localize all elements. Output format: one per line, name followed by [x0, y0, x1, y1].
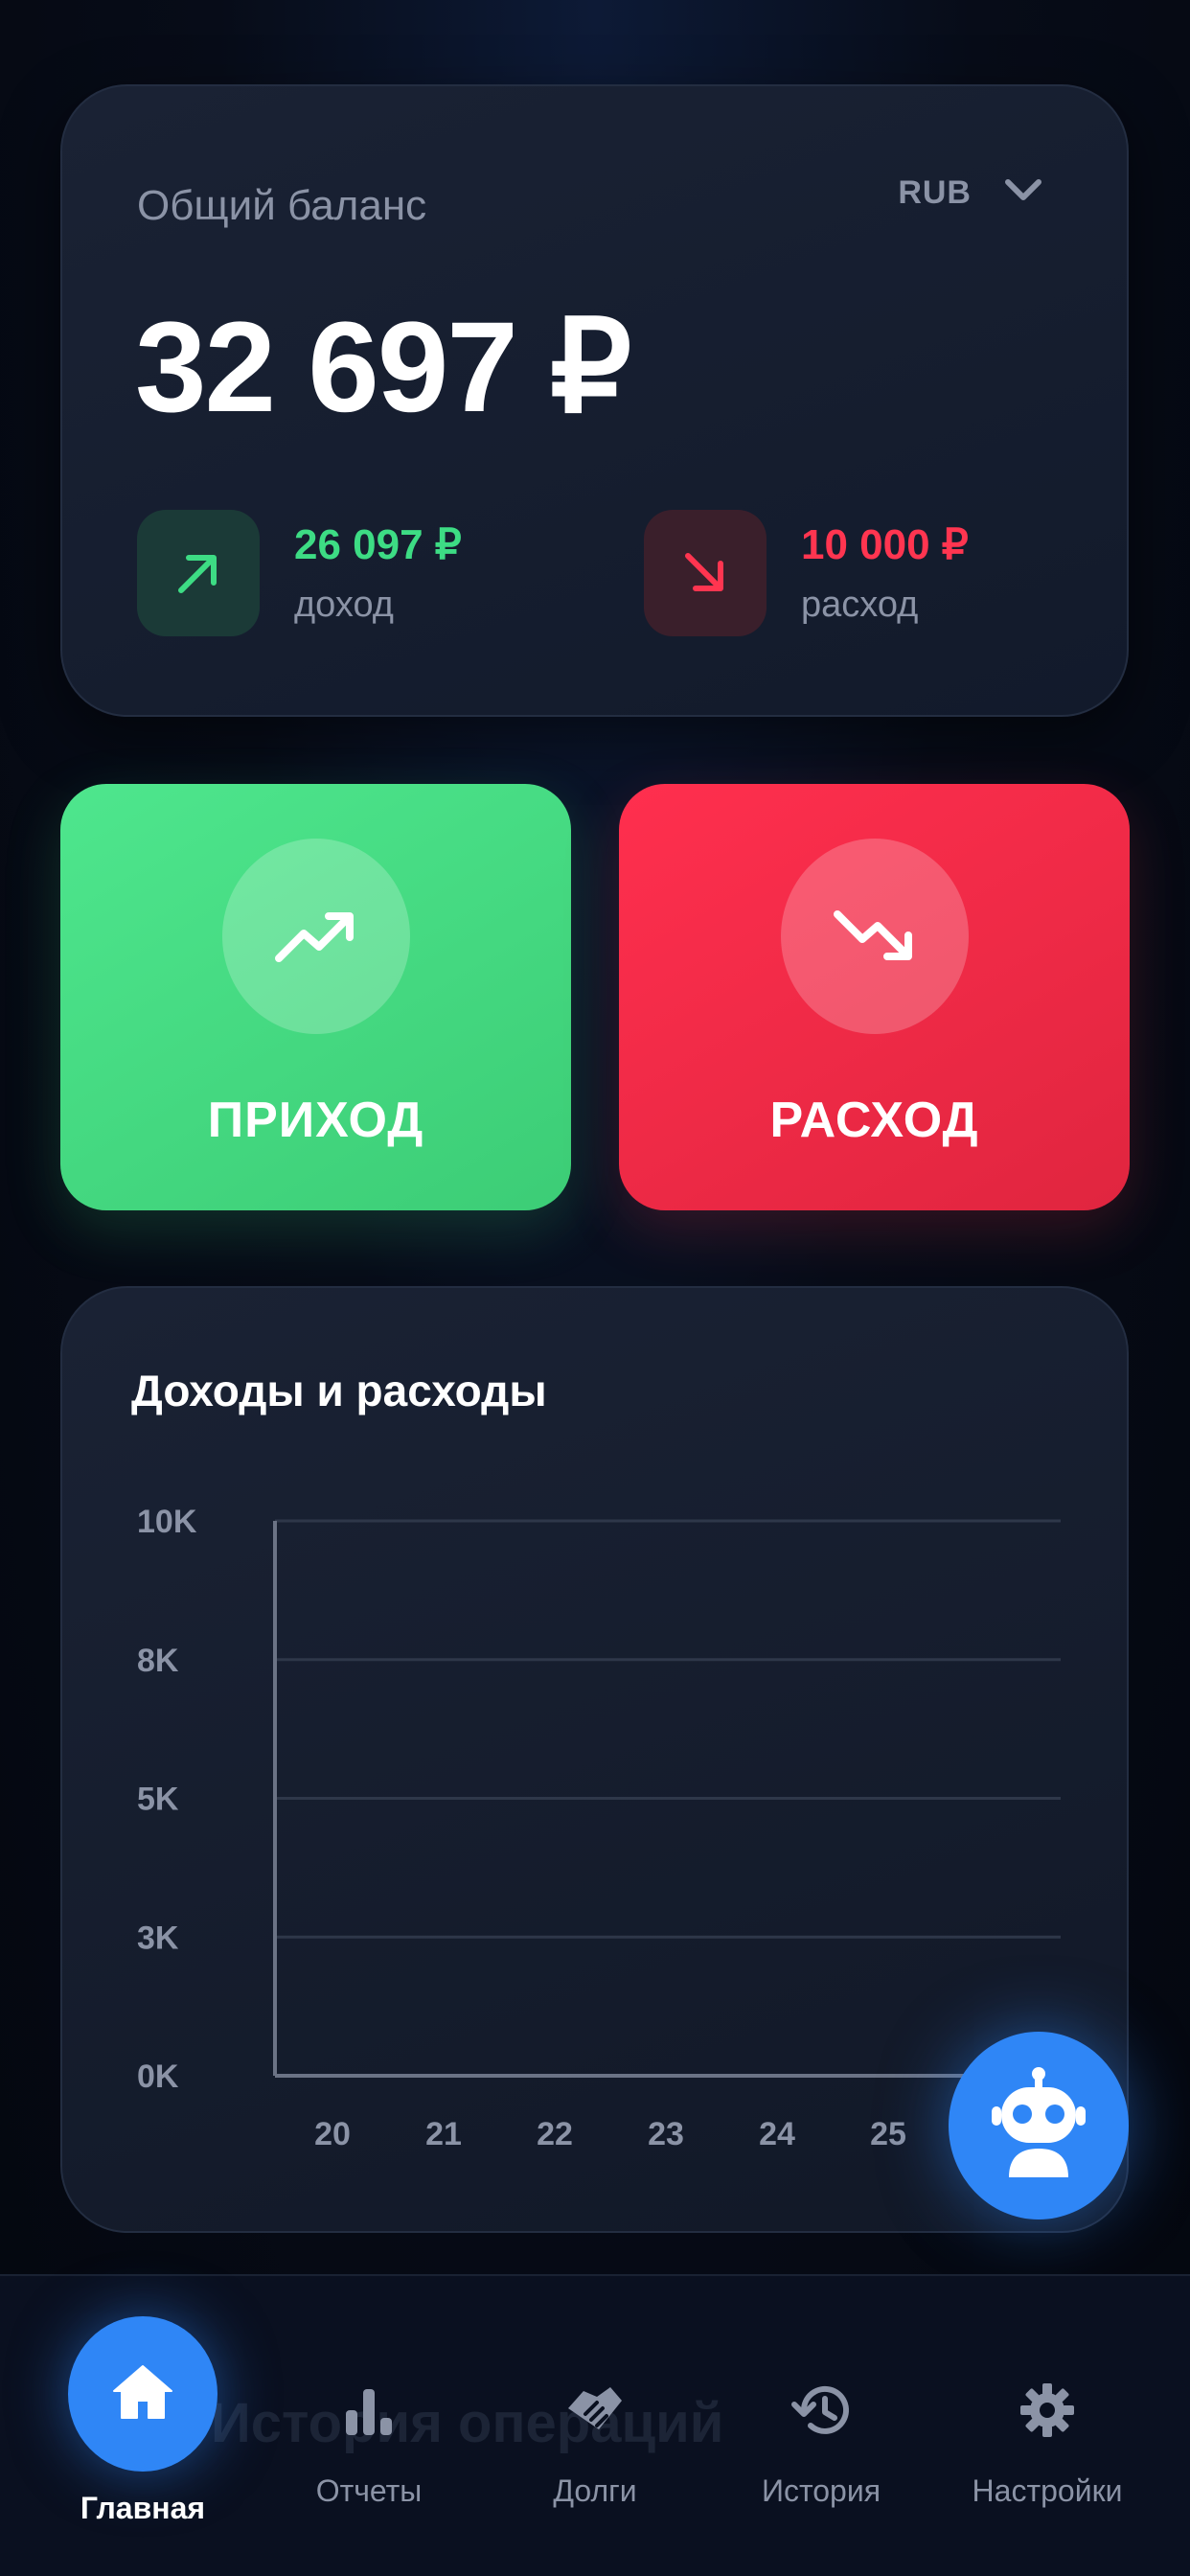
x-tick-label: 23 — [648, 2116, 684, 2152]
add-income-label: ПРИХОД — [207, 1092, 424, 1148]
gear-icon — [1009, 2372, 1086, 2449]
expense-total: 10 000 ₽ — [801, 521, 969, 568]
y-tick-label: 3K — [137, 1920, 179, 1956]
bottom-nav: История операций Главная Отчеты Долги Ис… — [0, 2274, 1190, 2576]
home-icon — [110, 2362, 175, 2426]
expense-caption: расход — [801, 585, 919, 625]
add-income-button[interactable]: ПРИХОД — [60, 784, 571, 1210]
income-total: 26 097 ₽ — [294, 521, 462, 568]
currency-value: RUB — [898, 174, 972, 211]
add-expense-button[interactable]: РАСХОД — [619, 784, 1130, 1210]
nav-item-reports[interactable]: Отчеты — [250, 2276, 488, 2576]
nav-label-settings: Настройки — [972, 2473, 1123, 2508]
nav-label-history: История — [761, 2473, 881, 2508]
x-tick-label: 24 — [759, 2116, 795, 2152]
y-tick-label: 0K — [137, 2058, 179, 2095]
y-tick-label: 10K — [137, 1504, 197, 1540]
balance-amount: 32 697 ₽ — [135, 296, 631, 439]
history-icon — [783, 2372, 859, 2449]
y-tick-label: 8K — [137, 1643, 179, 1679]
screen: Общий баланс RUB 32 697 ₽ 26 097 ₽ доход… — [0, 0, 1190, 2576]
handshake-icon — [557, 2372, 633, 2449]
income-caption: доход — [294, 585, 394, 625]
nav-item-settings[interactable]: Настройки — [928, 2276, 1166, 2576]
nav-label-home: Главная — [80, 2491, 206, 2525]
nav-item-debts[interactable]: Долги — [476, 2276, 714, 2576]
arrow-down-right-icon — [644, 510, 767, 636]
nav-item-history[interactable]: История — [702, 2276, 940, 2576]
robot-icon — [986, 2066, 1091, 2186]
nav-item-home[interactable]: Главная — [24, 2276, 262, 2576]
income-summary: 26 097 ₽ доход — [137, 510, 462, 636]
currency-selector[interactable]: RUB — [898, 174, 1042, 212]
assistant-button[interactable] — [949, 2032, 1129, 2220]
bar-chart-icon — [331, 2372, 407, 2449]
nav-label-reports: Отчеты — [315, 2473, 423, 2508]
arrow-up-right-icon — [137, 510, 260, 636]
trending-up-icon — [221, 839, 410, 1034]
balance-card: Общий баланс RUB 32 697 ₽ 26 097 ₽ доход… — [60, 84, 1129, 717]
add-expense-label: РАСХОД — [769, 1092, 979, 1148]
x-tick-label: 25 — [870, 2116, 906, 2152]
chevron-down-icon — [1004, 178, 1042, 208]
x-tick-label: 22 — [537, 2116, 573, 2152]
nav-label-debts: Долги — [553, 2473, 637, 2508]
x-tick-label: 21 — [425, 2116, 462, 2152]
expense-summary: 10 000 ₽ расход — [644, 510, 969, 636]
trending-down-icon — [780, 839, 969, 1034]
x-tick-label: 20 — [314, 2116, 351, 2152]
balance-label: Общий баланс — [137, 182, 427, 229]
y-tick-label: 5K — [137, 1782, 179, 1818]
